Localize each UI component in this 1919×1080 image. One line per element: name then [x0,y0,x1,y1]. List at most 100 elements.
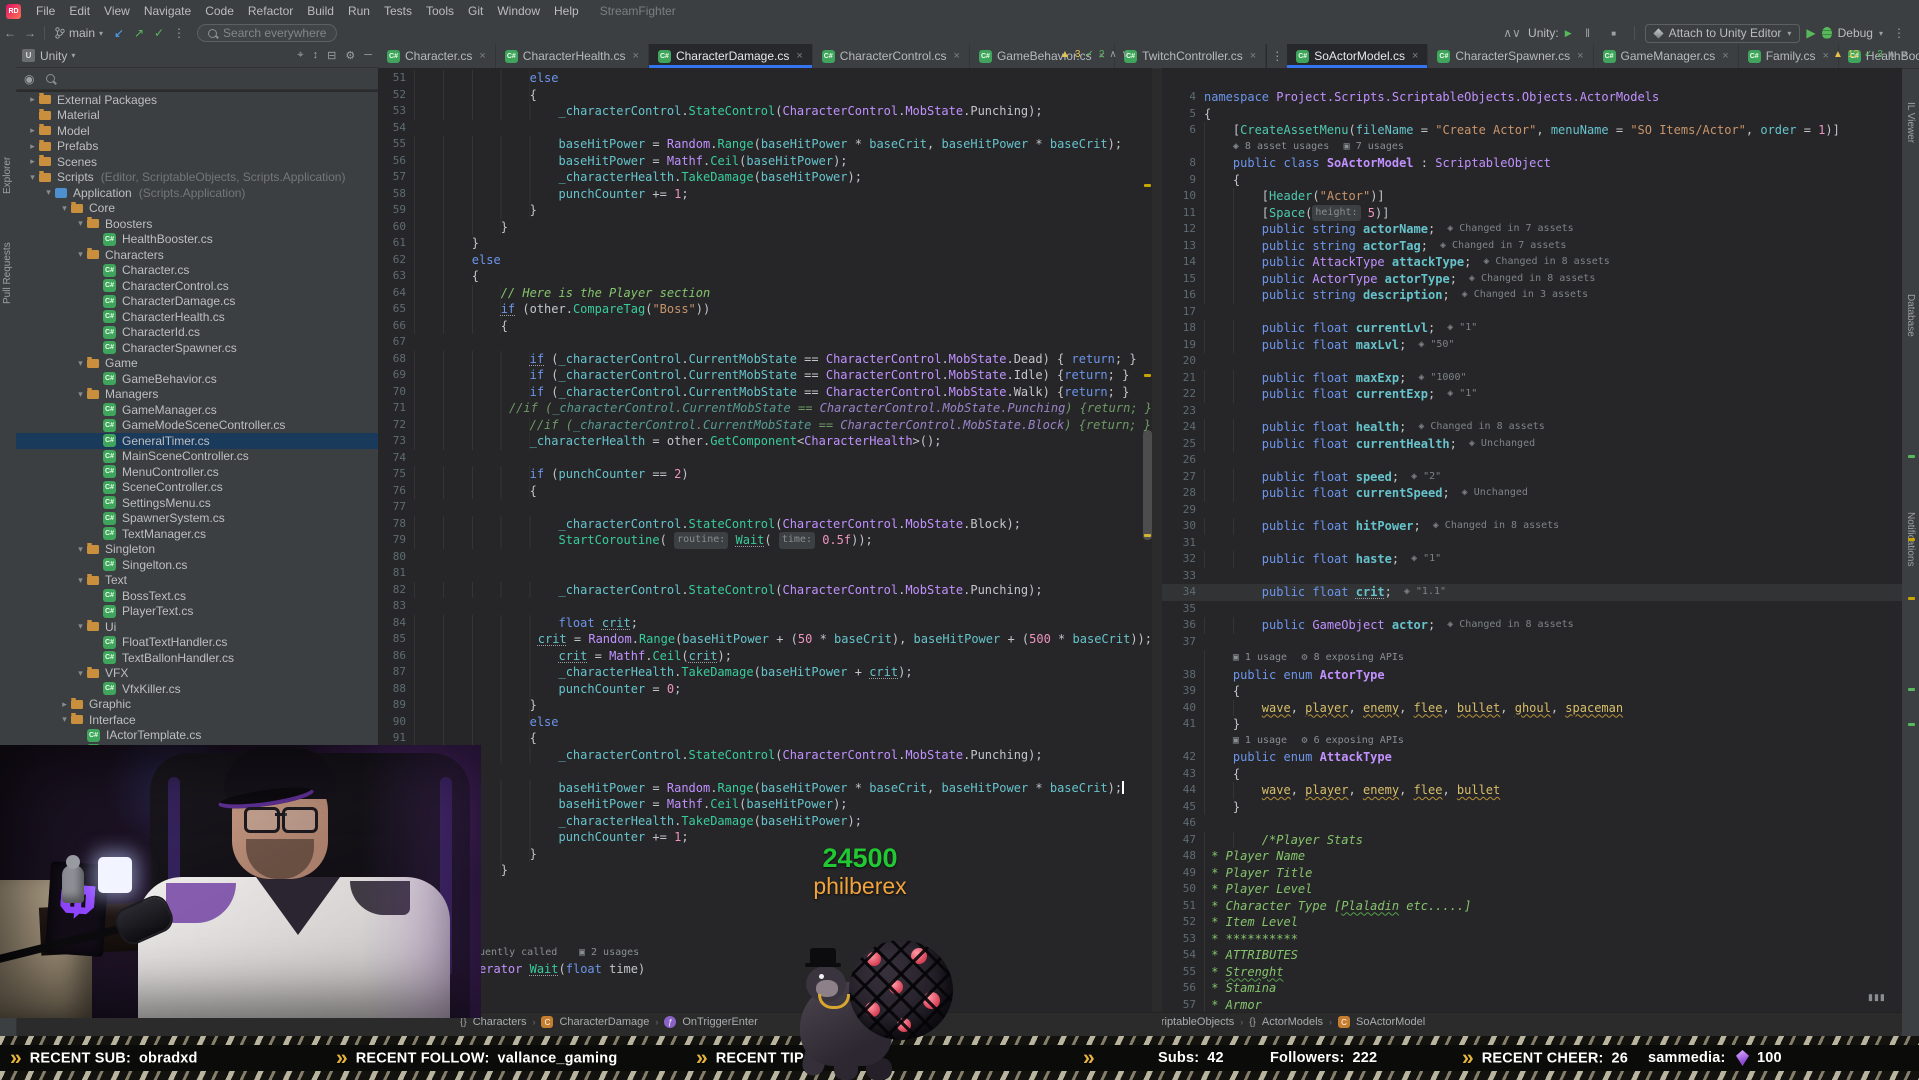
expand-all-icon[interactable]: ↕ [313,49,319,62]
close-tab-icon[interactable]: × [1250,50,1256,62]
run-button[interactable]: ▶ [1806,26,1815,40]
inspections-widget-right[interactable]: ▲12 ✓3 ∧∨ [1833,49,1908,60]
tree-item-IActorTemplate.cs[interactable]: C#IActorTemplate.cs [16,728,378,744]
tree-item-TextBallonHandler.cs[interactable]: C#TextBallonHandler.cs [16,650,378,666]
breadcrumb-item[interactable]: ScriptableObjects [1162,1016,1234,1028]
chevrons-updown-icon[interactable]: ∧∨ [1502,26,1522,40]
tree-item-Core[interactable]: ▾Core [16,201,378,217]
tab-CharacterSpawner.cs[interactable]: C#CharacterSpawner.cs× [1428,44,1593,68]
tree-item-Scripts[interactable]: ▾Scripts(Editor, ScriptableObjects, Scri… [16,170,378,186]
tree-item-BossText.cs[interactable]: C#BossText.cs [16,588,378,604]
more-actions-icon[interactable]: ⋮ [169,26,189,40]
tree-item-Singelton.cs[interactable]: C#Singelton.cs [16,557,378,573]
forward-icon[interactable]: → [20,26,40,40]
highlighting-level-icon[interactable]: ▮▮▮ [1868,992,1886,1003]
breadcrumb-item[interactable]: ActorModels [1262,1016,1323,1028]
chevron-down-icon[interactable]: ▾ [1879,29,1883,38]
menu-tests[interactable]: Tests [377,4,419,18]
pause-icon[interactable]: ‖ [1578,26,1598,40]
tree-chevron-icon[interactable]: ▾ [74,358,87,369]
tree-chevron-icon[interactable]: ▾ [74,621,87,632]
tree-item-PlayerText.cs[interactable]: C#PlayerText.cs [16,604,378,620]
error-stripe-mark[interactable] [1908,688,1915,691]
tree-item-Managers[interactable]: ▾Managers [16,387,378,403]
tree-item-Model[interactable]: ▸Model [16,123,378,139]
breadcrumb-item[interactable]: CharacterDamage [559,1016,649,1028]
close-tab-icon[interactable]: × [796,50,802,62]
tree-item-CharacterHealth.cs[interactable]: C#CharacterHealth.cs [16,309,378,325]
tree-search-icon[interactable] [46,74,55,83]
tool-tab-il-viewer[interactable]: IL Viewer [1905,102,1916,143]
tree-item-TextManager.cs[interactable]: C#TextManager.cs [16,526,378,542]
prev-issue-icon[interactable]: ∧ [1109,49,1116,60]
tree-item-MainSceneController.cs[interactable]: C#MainSceneController.cs [16,449,378,465]
tree-item-SpawnerSystem.cs[interactable]: C#SpawnerSystem.cs [16,511,378,527]
tree-chevron-icon[interactable]: ▾ [74,575,87,586]
error-stripe-mark[interactable] [1908,723,1915,726]
tree-item-External Packages[interactable]: ▸External Packages [16,92,378,108]
prev-issue-icon[interactable]: ∧ [1888,49,1895,60]
menu-refactor[interactable]: Refactor [241,4,300,18]
locate-icon[interactable]: ⌖ [297,49,303,62]
error-stripe-mark[interactable] [1908,597,1915,600]
tree-item-SceneController.cs[interactable]: C#SceneController.cs [16,480,378,496]
inspections-widget-left[interactable]: ▲3 ✓2 ∧∨ [1060,49,1129,60]
tree-item-Interface[interactable]: ▾Interface [16,712,378,728]
tab-Character.cs[interactable]: C#Character.cs× [378,44,496,68]
tree-item-Ui[interactable]: ▾Ui [16,619,378,635]
tree-item-HealthBooster.cs[interactable]: C#HealthBooster.cs [16,232,378,248]
unity-play-icon[interactable]: ▶ [1565,28,1572,39]
tree-chevron-icon[interactable]: ▾ [74,249,87,260]
error-stripe-mark[interactable] [1908,538,1915,541]
editor-scrollbar[interactable] [1143,430,1152,540]
tab-CharacterDamage.cs[interactable]: C#CharacterDamage.cs× [649,44,813,68]
menu-run[interactable]: Run [341,4,377,18]
menu-navigate[interactable]: Navigate [137,4,198,18]
close-tab-icon[interactable]: × [1577,50,1583,62]
breadcrumb[interactable]: ScriptableObjects›{}ActorModels›CSoActor… [1162,1012,1902,1031]
menu-code[interactable]: Code [198,4,241,18]
tree-chevron-icon[interactable]: ▾ [74,218,87,229]
tree-item-Prefabs[interactable]: ▸Prefabs [16,139,378,155]
debug-bug-icon[interactable] [1822,27,1832,39]
error-stripe-mark[interactable] [1144,184,1151,187]
tab-GameManager.cs[interactable]: C#GameManager.cs× [1594,44,1739,68]
tree-item-Application[interactable]: ▾Application(Scripts.Application) [16,185,378,201]
stop-icon[interactable]: ■ [1604,29,1624,38]
update-project-icon[interactable]: ↙ [109,26,129,40]
tree-item-GeneralTimer.cs[interactable]: C#GeneralTimer.cs [16,433,378,449]
tree-item-Scenes[interactable]: ▸Scenes [16,154,378,170]
commit-icon[interactable]: ✓ [149,26,169,40]
menu-edit[interactable]: Edit [62,4,97,18]
close-tab-icon[interactable]: × [954,50,960,62]
tree-chevron-icon[interactable]: ▸ [58,699,71,710]
run-configuration-select[interactable]: Attach to Unity Editor ▾ [1645,24,1801,43]
project-view-title[interactable]: Unity [40,49,67,63]
hide-panel-icon[interactable]: ─ [364,49,372,62]
tree-item-FloatTextHandler.cs[interactable]: C#FloatTextHandler.cs [16,635,378,651]
tree-chevron-icon[interactable]: ▾ [26,172,39,183]
tree-chevron-icon[interactable]: ▾ [74,668,87,679]
tree-item-GameManager.cs[interactable]: C#GameManager.cs [16,402,378,418]
close-tab-icon[interactable]: × [1412,50,1418,62]
tree-item-Game[interactable]: ▾Game [16,356,378,372]
menu-build[interactable]: Build [300,4,341,18]
git-branch-widget[interactable]: main ▾ [49,26,109,40]
editor-character-damage[interactable]: 51else52{53_characterControl.StateContro… [378,68,1152,1012]
tab-CharacterControl.cs[interactable]: C#CharacterControl.cs× [813,44,970,68]
close-tab-icon[interactable]: × [1822,50,1828,62]
tree-item-MenuController.cs[interactable]: C#MenuController.cs [16,464,378,480]
tree-item-CharacterSpawner.cs[interactable]: C#CharacterSpawner.cs [16,340,378,356]
tab-TwitchController.cs[interactable]: C#TwitchController.cs× [1115,44,1266,68]
push-icon[interactable]: ↗ [129,26,149,40]
close-tab-icon[interactable]: × [633,50,639,62]
close-tab-icon[interactable]: × [1722,50,1728,62]
menu-help[interactable]: Help [547,4,586,18]
tab-Family.cs[interactable]: C#Family.cs× [1739,44,1839,68]
tree-chevron-icon[interactable]: ▸ [26,94,39,105]
tree-item-GameBehavior.cs[interactable]: C#GameBehavior.cs [16,371,378,387]
tree-item-GameModeSceneController.cs[interactable]: C#GameModeSceneController.cs [16,418,378,434]
tool-tab-database[interactable]: Database [1905,294,1916,337]
tool-tab-explorer[interactable]: Explorer [2,157,13,194]
tab-SoActorModel.cs[interactable]: C#SoActorModel.cs× [1287,44,1428,68]
